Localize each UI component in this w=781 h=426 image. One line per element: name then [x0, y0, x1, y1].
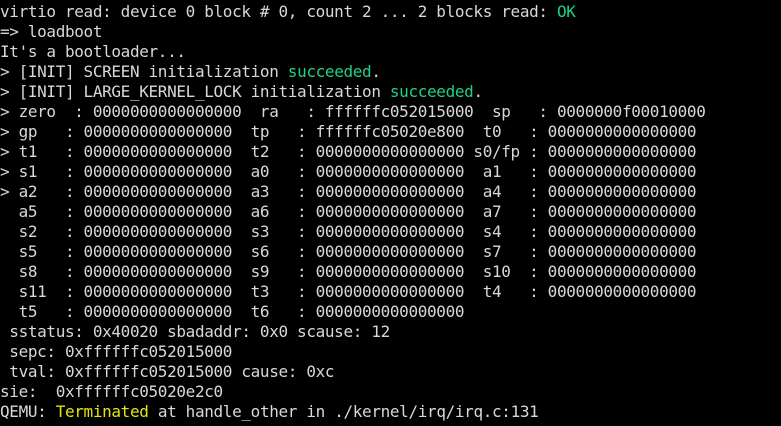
- register-row: > t1 : 0000000000000000 t2 : 00000000000…: [0, 142, 697, 161]
- register-row: a5 : 0000000000000000 a6 : 0000000000000…: [0, 202, 697, 221]
- virtio-read-line: virtio read: device 0 block # 0, count 2…: [0, 2, 576, 22]
- tval-line: tval: 0xffffffc052015000 cause: 0xc: [0, 362, 335, 381]
- sstatus-line: sstatus: 0x40020 sbadaddr: 0x0 scause: 1…: [0, 322, 390, 341]
- register-row: s11 : 0000000000000000 t3 : 000000000000…: [0, 282, 697, 301]
- virtio-read-text: virtio read: device 0 block # 0, count 2…: [0, 2, 557, 21]
- register-row: s2 : 0000000000000000 s3 : 0000000000000…: [0, 222, 697, 241]
- ok-status: OK: [556, 2, 576, 21]
- register-row: s8 : 0000000000000000 s9 : 0000000000000…: [0, 262, 697, 281]
- terminal-window[interactable]: virtio read: device 0 block # 0, count 2…: [0, 0, 781, 426]
- register-row: > a2 : 0000000000000000 a3 : 00000000000…: [0, 182, 697, 201]
- register-row: > gp : 0000000000000000 tp : ffffffc0502…: [0, 122, 697, 141]
- bootloader-message-line: It's a bootloader...: [0, 42, 186, 61]
- register-row: > zero : 0000000000000000 ra : ffffffc05…: [0, 102, 706, 121]
- register-row: s5 : 0000000000000000 s6 : 0000000000000…: [0, 242, 697, 261]
- screen-init-text: > [INIT] SCREEN initialization: [0, 62, 288, 81]
- terminated-status: Terminated: [55, 402, 149, 421]
- lock-init-line: > [INIT] LARGE_KERNEL_LOCK initializatio…: [0, 82, 483, 102]
- lock-init-text: > [INIT] LARGE_KERNEL_LOCK initializatio…: [0, 82, 390, 101]
- qemu-label: QEMU:: [0, 402, 56, 421]
- qemu-location-text: at handle_other in ./kernel/irq/irq.c:13…: [148, 402, 539, 421]
- screen-init-line: > [INIT] SCREEN initialization succeeded…: [0, 62, 381, 82]
- qemu-terminated-line: QEMU: Terminated at handle_other in ./ke…: [0, 402, 539, 422]
- register-row: t5 : 0000000000000000 t6 : 0000000000000…: [0, 302, 465, 321]
- sie-line: sie: 0xffffffc05020e2c0: [0, 382, 223, 401]
- sepc-line: sepc: 0xffffffc052015000: [0, 342, 233, 361]
- lock-init-suffix: .: [473, 82, 483, 101]
- loadboot-command-line: => loadboot: [0, 22, 103, 41]
- screen-init-suffix: .: [371, 62, 381, 81]
- lock-init-status: succeeded: [389, 82, 474, 101]
- screen-init-status: succeeded: [287, 62, 372, 81]
- register-row: > s1 : 0000000000000000 a0 : 00000000000…: [0, 162, 697, 181]
